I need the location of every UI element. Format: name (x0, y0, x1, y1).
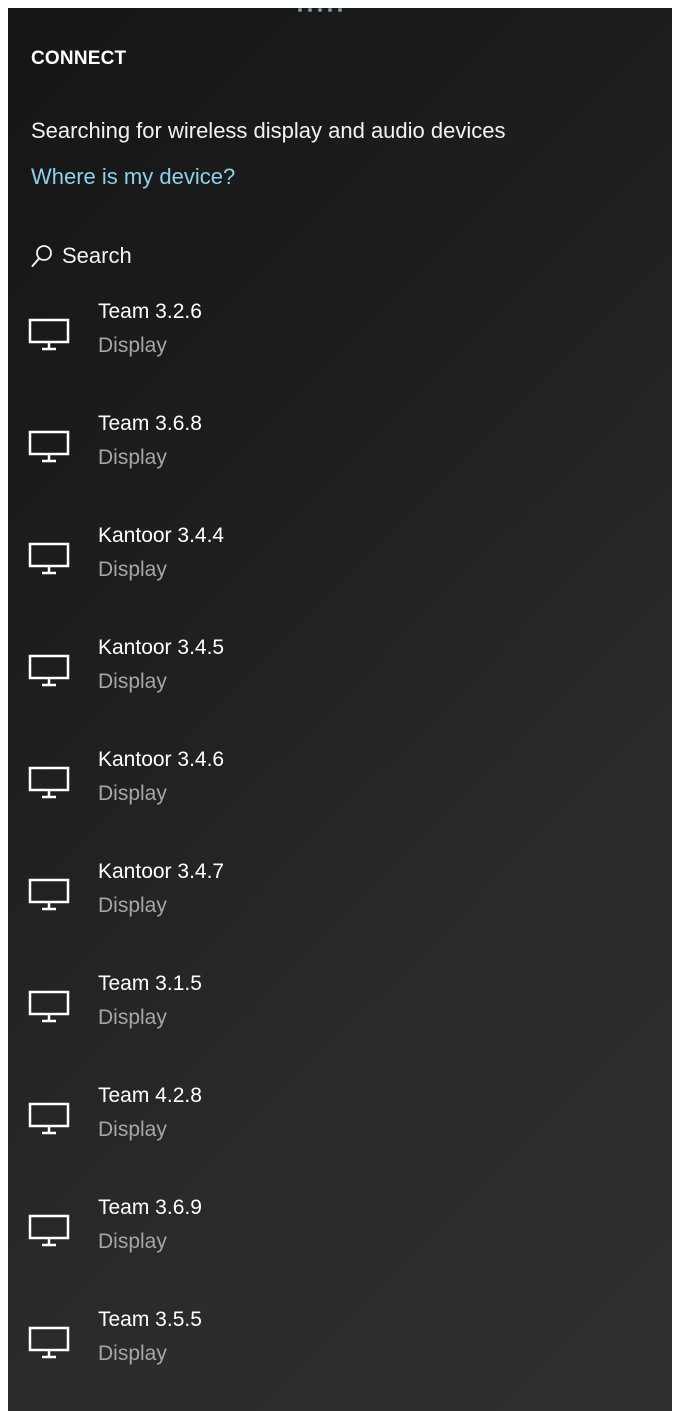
device-type: Display (98, 670, 167, 693)
monitor-icon (28, 654, 70, 693)
device-item[interactable]: Team 3.6.9 Display (8, 1188, 672, 1300)
progress-dot (338, 8, 342, 12)
device-type: Display (98, 1006, 167, 1029)
monitor-icon (28, 542, 70, 581)
device-name: Team 3.5.5 (98, 1308, 202, 1331)
device-item[interactable]: Team 3.1.5 Display (8, 964, 672, 1076)
device-item[interactable]: Kantoor 3.4.6 Display (8, 740, 672, 852)
device-type: Display (98, 558, 167, 581)
monitor-icon (28, 318, 70, 357)
monitor-icon (28, 878, 70, 917)
device-name: Team 3.6.8 (98, 412, 202, 435)
device-name: Kantoor 3.4.5 (98, 636, 225, 659)
search-status-text: Searching for wireless display and audio… (31, 118, 506, 143)
progress-dot (318, 8, 322, 12)
device-type: Display (98, 1230, 167, 1253)
search-icon (31, 244, 53, 268)
where-is-my-device-link[interactable]: Where is my device? (31, 164, 235, 190)
search-button[interactable]: Search (31, 236, 132, 276)
device-name: Team 3.2.6 (98, 300, 202, 323)
monitor-icon (28, 1214, 70, 1253)
device-list: Team 3.2.6 Display Team 3.6.8 Display Ka… (8, 292, 672, 1411)
device-name: Kantoor 3.4.7 (98, 860, 225, 883)
device-item[interactable]: Kantoor 3.4.7 Display (8, 852, 672, 964)
search-label: Search (62, 243, 132, 268)
monitor-icon (28, 430, 70, 469)
device-item[interactable]: Kantoor 3.4.5 Display (8, 628, 672, 740)
panel-title: CONNECT (31, 48, 127, 69)
monitor-icon (28, 766, 70, 805)
device-type: Display (98, 334, 167, 357)
device-type: Display (98, 782, 167, 805)
device-type: Display (98, 446, 167, 469)
device-item[interactable]: Team 3.2.6 Display (8, 292, 672, 404)
device-item[interactable]: Team 3.6.8 Display (8, 404, 672, 516)
progress-dot (298, 8, 302, 12)
device-item[interactable]: Team 4.2.8 Display (8, 1076, 672, 1188)
searching-progress-indicator (298, 8, 342, 14)
monitor-icon (28, 1326, 70, 1365)
device-name: Team 3.6.9 (98, 1196, 202, 1219)
device-name: Team 3.1.5 (98, 972, 202, 995)
device-item[interactable]: Team 3.5.5 Display (8, 1300, 672, 1411)
device-name: Kantoor 3.4.4 (98, 524, 225, 547)
device-type: Display (98, 1118, 167, 1141)
device-name: Kantoor 3.4.6 (98, 748, 225, 771)
progress-dot (328, 8, 332, 12)
monitor-icon (28, 990, 70, 1029)
device-type: Display (98, 1342, 167, 1365)
progress-dot (308, 8, 312, 12)
monitor-icon (28, 1102, 70, 1141)
device-type: Display (98, 894, 167, 917)
connect-panel: CONNECT Searching for wireless display a… (8, 8, 672, 1411)
device-name: Team 4.2.8 (98, 1084, 202, 1107)
device-item[interactable]: Kantoor 3.4.4 Display (8, 516, 672, 628)
